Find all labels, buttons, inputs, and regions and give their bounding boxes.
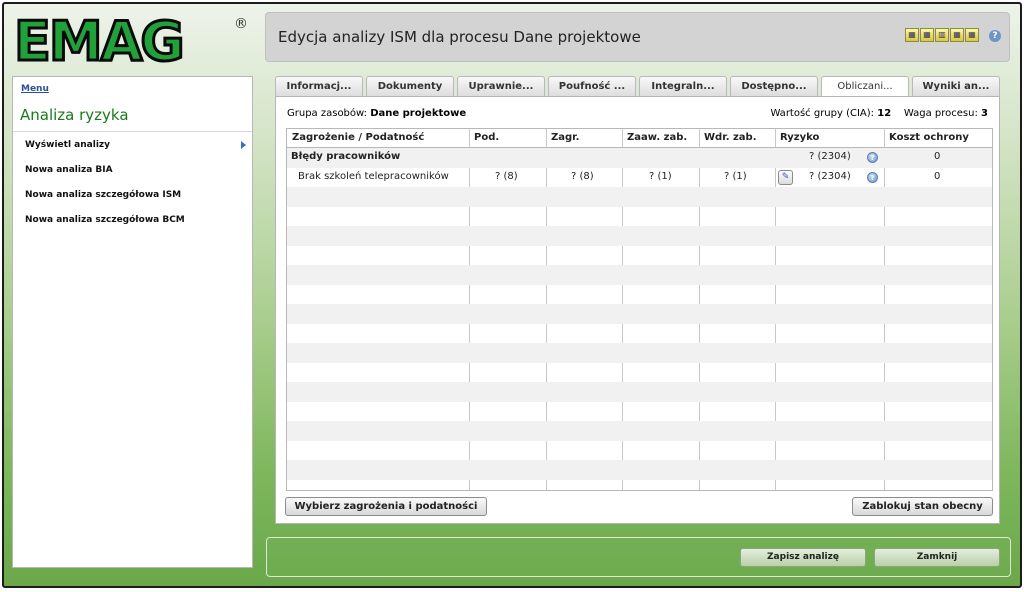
tab-uprawnienia[interactable]: Uprawnie... xyxy=(457,76,545,97)
table-row xyxy=(287,382,992,402)
table-row[interactable]: Błędy pracowników ? (2304) ? 0 xyxy=(287,148,992,168)
tool-icon-4[interactable]: ▦ xyxy=(950,28,964,42)
header-zaaw-zab[interactable]: Zaaw. zab. xyxy=(627,132,687,143)
choose-threats-button[interactable]: Wybierz zagrożenia i podatności xyxy=(285,497,487,516)
tool-icon-2[interactable]: ▦ xyxy=(920,28,934,42)
cia-info: Wartość grupy (CIA): 12 Waga procesu: 3 xyxy=(770,108,988,119)
tab-wyniki[interactable]: Wyniki an... xyxy=(912,76,1000,97)
header-zagrozenie[interactable]: Zagrożenie / Podatność xyxy=(292,132,424,143)
close-button[interactable]: Zamknij xyxy=(874,548,1000,567)
pod-value: ? (8) xyxy=(495,171,518,182)
vulnerability-name: Brak szkoleń telepracowników xyxy=(298,171,449,182)
main-panel: Grupa zasobów: Dane projektowe Wartość g… xyxy=(275,96,1000,524)
group-label: Grupa zasobów: xyxy=(287,108,368,119)
sidebar-item-nowa-bia[interactable]: Nowa analiza BIA xyxy=(13,158,252,183)
group-value: Dane projektowe xyxy=(370,108,467,119)
tab-dostepnosc[interactable]: Dostępno... xyxy=(730,76,818,97)
page-title: Edycja analizy ISM dla procesu Dane proj… xyxy=(278,28,641,46)
header-bar: Edycja analizy ISM dla procesu Dane proj… xyxy=(265,12,1010,62)
table-row xyxy=(287,304,992,324)
sidebar-item-nowa-ism[interactable]: Nowa analiza szczegółowa ISM xyxy=(13,183,252,208)
chevron-right-icon xyxy=(241,141,246,149)
cia-label: Wartość grupy (CIA): xyxy=(770,108,875,119)
tab-poufnosc[interactable]: Poufność ... xyxy=(548,76,636,97)
sidebar: Menu Analiza ryzyka Wyświetl analizy Now… xyxy=(12,76,253,568)
cost-value: 0 xyxy=(934,171,941,182)
svg-text:EMAG: EMAG xyxy=(14,12,183,66)
sidebar-item-wyswietl-analizy[interactable]: Wyświetl analizy xyxy=(13,133,252,158)
risk-value: ? (2304) xyxy=(809,171,851,182)
table-header: Zagrożenie / Podatność Pod. Zagr. Zaaw. … xyxy=(287,129,992,148)
tool-icon-5[interactable]: ▦ xyxy=(965,28,979,42)
wdr-value: ? (1) xyxy=(724,171,747,182)
toolbar-icons: ▦ ▦ ▥ ▦ ▦ xyxy=(905,28,979,42)
table-row xyxy=(287,343,992,363)
help-icon[interactable]: ? xyxy=(989,30,1001,42)
tool-icon-3[interactable]: ▥ xyxy=(935,28,949,42)
sidebar-title: Analiza ryzyka xyxy=(20,106,129,124)
risk-table: Zagrożenie / Podatność Pod. Zagr. Zaaw. … xyxy=(286,128,993,491)
sidebar-item-nowa-bcm[interactable]: Nowa analiza szczegółowa BCM xyxy=(13,208,252,233)
tab-dokumenty[interactable]: Dokumenty xyxy=(366,76,454,97)
zagr-value: ? (8) xyxy=(571,171,594,182)
table-row xyxy=(287,421,992,441)
table-row xyxy=(287,226,992,246)
risk-value: ? (2304) xyxy=(809,151,851,162)
header-ryzyko[interactable]: Ryzyko xyxy=(780,132,819,143)
table-row xyxy=(287,265,992,285)
sidebar-item-label: Nowa analiza BIA xyxy=(25,165,113,175)
menu-link[interactable]: Menu xyxy=(21,84,49,94)
info-icon[interactable]: ? xyxy=(867,172,878,183)
sidebar-item-label: Wyświetl analizy xyxy=(25,140,111,150)
header-wdr-zab[interactable]: Wdr. zab. xyxy=(704,132,757,143)
save-analysis-button[interactable]: Zapisz analizę xyxy=(740,548,866,567)
edit-icon[interactable]: ✎ xyxy=(778,170,793,185)
zaaw-value: ? (1) xyxy=(649,171,672,182)
divider xyxy=(13,131,252,132)
weight-value: 3 xyxy=(981,108,988,119)
lock-state-button[interactable]: Zablokuj stan obecny xyxy=(852,497,993,516)
sidebar-item-label: Nowa analiza szczegółowa BCM xyxy=(25,215,185,225)
table-row xyxy=(287,187,992,207)
tab-informacje[interactable]: Informacj... xyxy=(275,76,363,97)
table-row xyxy=(287,460,992,480)
sidebar-item-label: Nowa analiza szczegółowa ISM xyxy=(25,190,182,200)
resource-group-info: Grupa zasobów: Dane projektowe xyxy=(287,108,466,119)
tool-icon-1[interactable]: ▦ xyxy=(905,28,919,42)
info-icon[interactable]: ? xyxy=(867,152,878,163)
cost-value: 0 xyxy=(934,151,941,162)
weight-label: Waga procesu: xyxy=(903,108,978,119)
tab-integralnosc[interactable]: Integraln... xyxy=(639,76,727,97)
header-pod[interactable]: Pod. xyxy=(474,132,499,143)
action-bar: Zapisz analizę Zamknij xyxy=(266,537,1011,577)
tab-obliczanie[interactable]: Obliczani... xyxy=(821,76,909,98)
header-zagr[interactable]: Zagr. xyxy=(551,132,579,143)
header-koszt-ochrony[interactable]: Koszt ochrony xyxy=(889,132,969,143)
svg-text:®: ® xyxy=(234,16,248,32)
emag-logo: EMAG ® xyxy=(12,9,252,75)
threat-name: Błędy pracowników xyxy=(291,151,401,162)
cia-value: 12 xyxy=(877,108,892,119)
table-row[interactable]: Brak szkoleń telepracowników ? (8) ? (8)… xyxy=(287,168,992,188)
